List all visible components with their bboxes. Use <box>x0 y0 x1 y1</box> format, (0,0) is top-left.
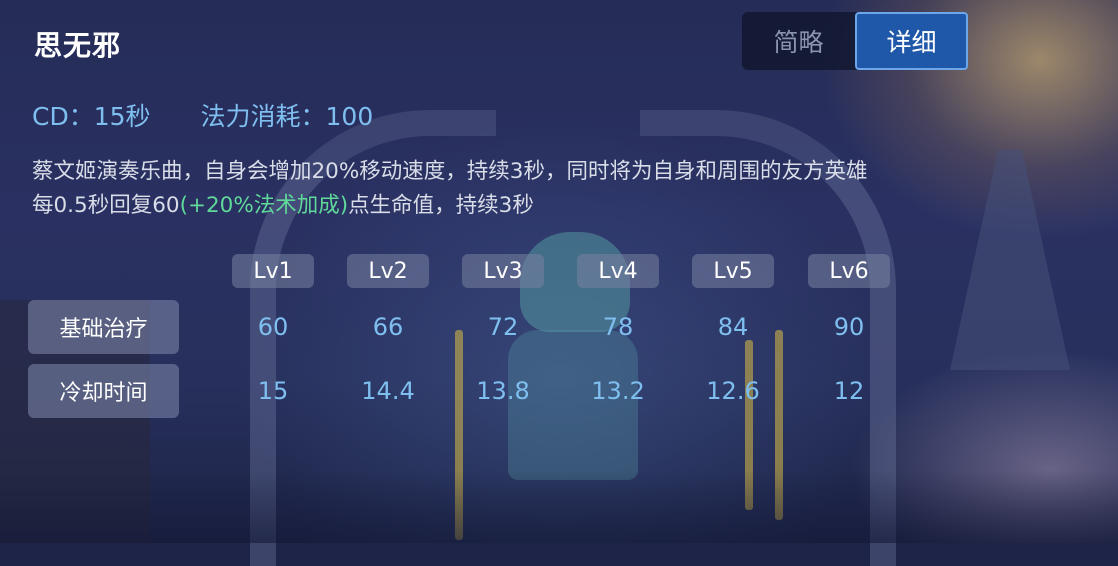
background-ground <box>0 470 1118 543</box>
level-header-3: Lv3 <box>462 254 544 288</box>
description-line-1: 蔡文姬演奏乐曲，自身会增加20%移动速度，持续3秒，同时将为自身和周围的友方英雄 <box>32 159 868 184</box>
magic-bonus-text: (+20%法术加成) <box>179 193 349 218</box>
level-header-4: Lv4 <box>577 254 659 288</box>
detail-tab[interactable]: 详细 <box>855 12 968 70</box>
view-toggle: 简略 详细 <box>742 12 968 70</box>
level-header-2: Lv2 <box>347 254 429 288</box>
row-label-base-heal: 基础治疗 <box>28 300 179 354</box>
level-header-6: Lv6 <box>808 254 890 288</box>
table-cell: 60 <box>257 313 289 341</box>
row-label-cooldown: 冷却时间 <box>28 364 179 418</box>
description-text: 每0.5秒回复60 <box>32 193 180 218</box>
table-cell: 15 <box>257 377 289 405</box>
table-cell: 66 <box>372 313 404 341</box>
table-cell: 13.2 <box>591 377 645 405</box>
table-cell: 13.8 <box>476 377 530 405</box>
description-line-2: 每0.5秒回复60(+20%法术加成)点生命值，持续3秒 <box>32 189 1042 223</box>
table-cell: 72 <box>487 313 519 341</box>
brief-tab[interactable]: 简略 <box>742 12 855 70</box>
level-header-1: Lv1 <box>232 254 314 288</box>
skill-name: 思无邪 <box>34 29 122 62</box>
table-cell: 78 <box>602 313 634 341</box>
skill-description: 蔡文姬演奏乐曲，自身会增加20%移动速度，持续3秒，同时将为自身和周围的友方英雄… <box>32 155 1042 223</box>
table-cell: 14.4 <box>361 377 415 405</box>
background-hero-body <box>508 330 638 480</box>
table-cell: 12 <box>833 377 865 405</box>
description-text: 点生命值，持续3秒 <box>348 193 534 218</box>
mana-cost-text: 法力消耗：100 <box>200 102 374 131</box>
skill-stats: CD：15秒 法力消耗：100 <box>32 97 373 133</box>
level-header-5: Lv5 <box>692 254 774 288</box>
table-cell: 84 <box>717 313 749 341</box>
cooldown-text: CD：15秒 <box>32 102 151 131</box>
table-cell: 90 <box>833 313 865 341</box>
table-cell: 12.6 <box>706 377 760 405</box>
